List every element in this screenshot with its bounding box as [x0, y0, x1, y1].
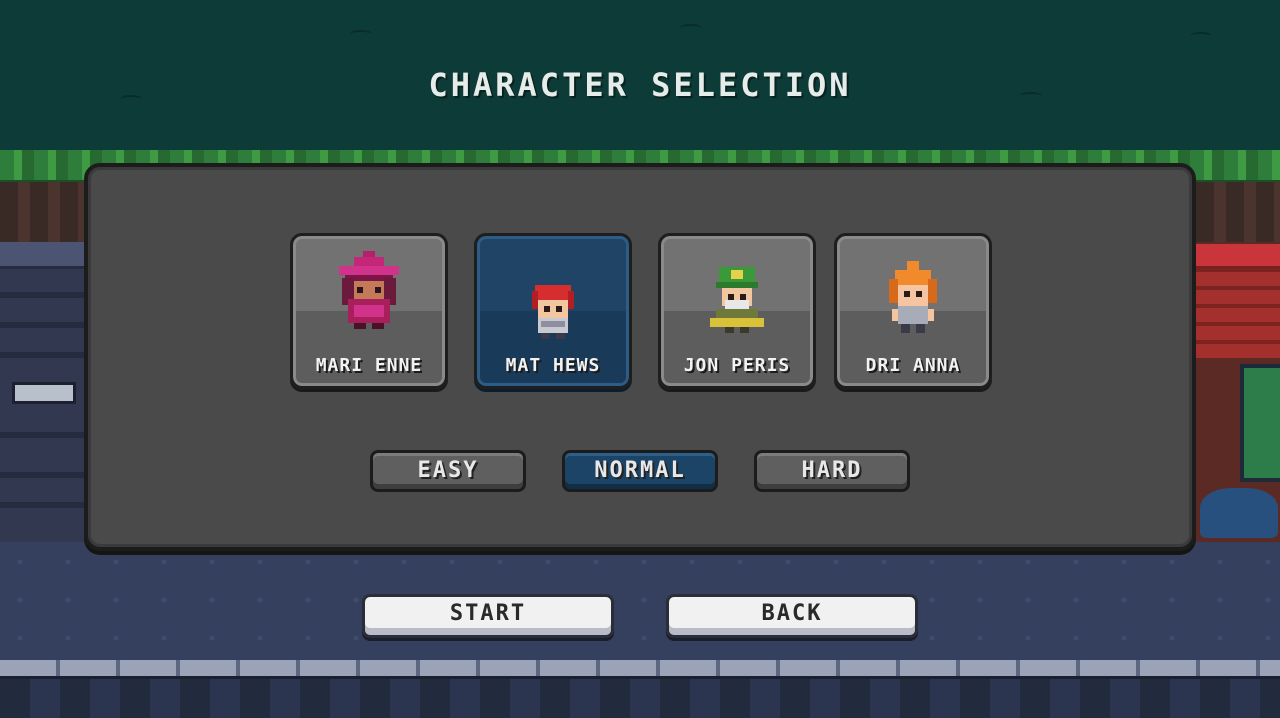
wall-slat — [0, 292, 86, 298]
selection-panel — [84, 163, 1196, 551]
character-card-mathews[interactable]: MAT HEWS — [474, 233, 632, 389]
building-window — [1240, 364, 1280, 482]
difficulty-easy-button[interactable]: EASY — [370, 450, 526, 492]
orange-hair-character-icon — [889, 261, 937, 333]
roof-tiles — [1196, 268, 1280, 358]
roof-cap — [1196, 244, 1280, 269]
underground-rocks — [0, 679, 1280, 718]
wall-slat — [0, 322, 86, 328]
green-hat-character-icon — [710, 267, 764, 333]
red-hair-character-icon — [532, 285, 574, 339]
character-name: JON PERIS — [683, 355, 791, 376]
tree-trunks — [0, 182, 86, 242]
difficulty-hard-button[interactable]: HARD — [754, 450, 910, 492]
wall-slat — [0, 472, 86, 478]
wall-slat — [0, 352, 86, 358]
character-name: DRI ANNA — [865, 355, 961, 376]
curb-stones — [0, 660, 1280, 679]
start-button[interactable]: START — [362, 594, 614, 638]
difficulty-normal-button[interactable]: NORMAL — [562, 450, 718, 492]
character-name: MAT HEWS — [505, 355, 601, 376]
left-building — [0, 182, 86, 542]
back-button[interactable]: BACK — [666, 594, 918, 638]
wall-vent — [12, 382, 76, 404]
character-name: MARI ENNE — [315, 355, 423, 376]
witch-character-icon — [339, 251, 399, 329]
cloud-decoration — [680, 24, 702, 32]
wall-slat — [0, 502, 86, 508]
character-card-drianna[interactable]: DRI ANNA — [834, 233, 992, 389]
character-card-marienne[interactable]: MARI ENNE — [290, 233, 448, 389]
wall-cap — [0, 242, 86, 269]
right-building — [1196, 182, 1280, 542]
ground-road — [0, 542, 1280, 662]
cloud-decoration — [350, 30, 372, 38]
page-title: CHARACTER SELECTION — [428, 66, 852, 104]
cloud-decoration — [1190, 32, 1212, 40]
tree-trunks — [1196, 182, 1280, 242]
wall-slat — [0, 432, 86, 438]
character-card-jonperis[interactable]: JON PERIS — [658, 233, 816, 389]
bush-decoration — [1200, 488, 1278, 538]
